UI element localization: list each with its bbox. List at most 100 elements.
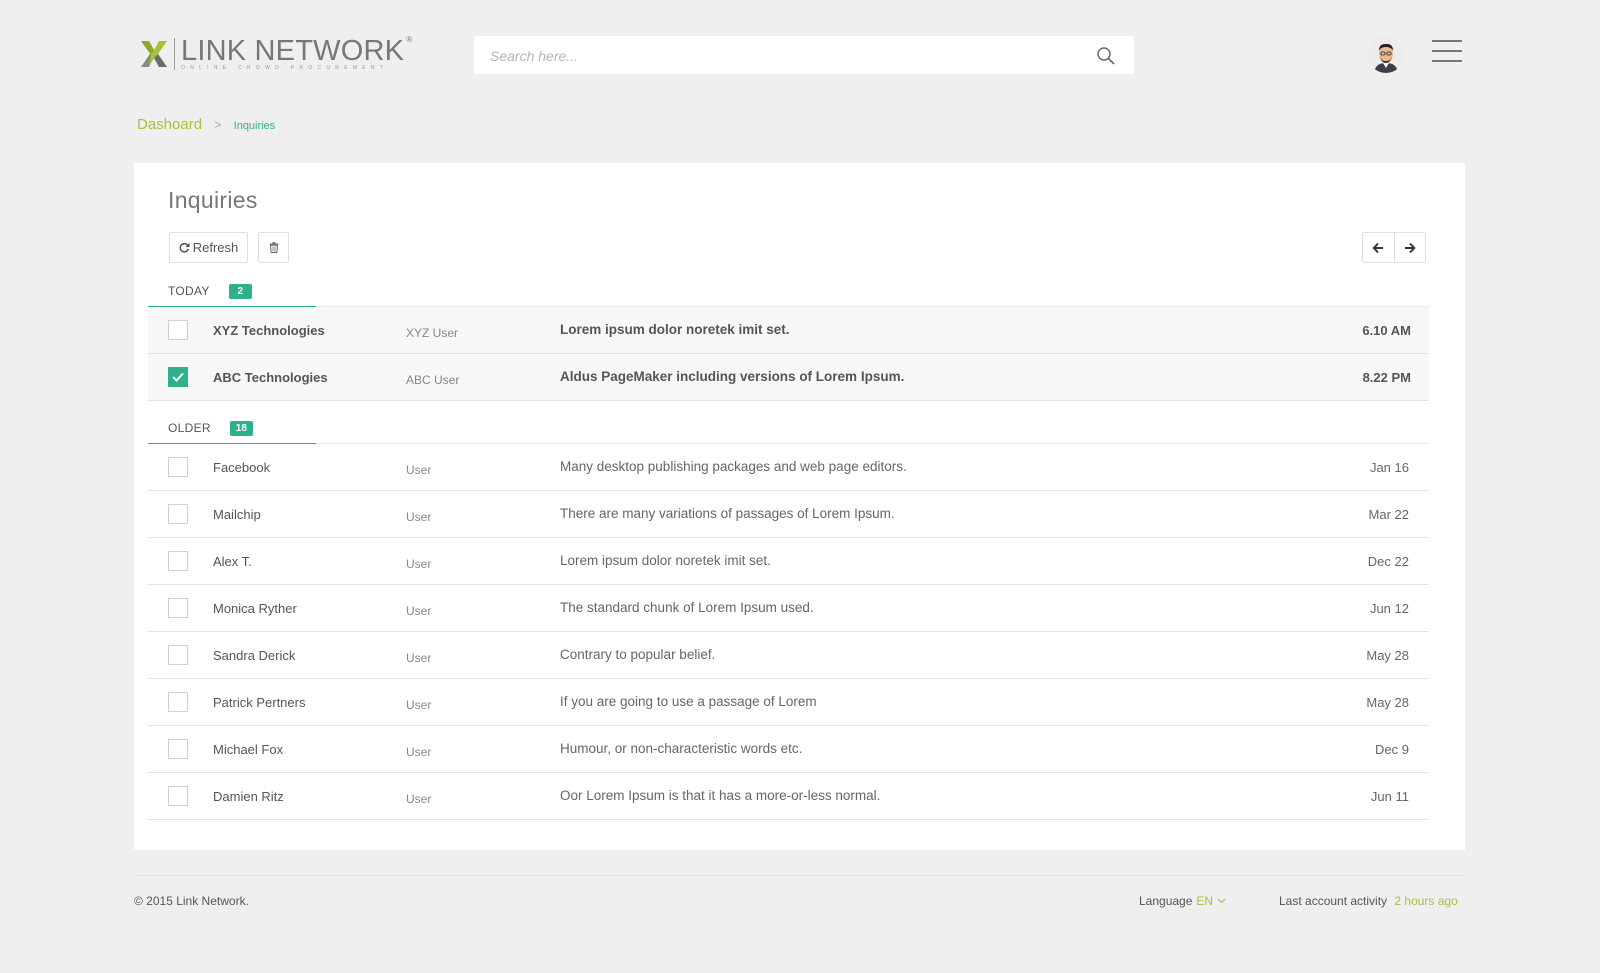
row-checkbox[interactable] [168, 320, 188, 340]
user-avatar-icon [1368, 37, 1404, 73]
inquiry-user: User [406, 698, 432, 712]
language-label: Language [1139, 894, 1193, 908]
inquiry-company: Sandra Derick [213, 648, 296, 663]
language-selector: Language EN [1139, 894, 1226, 908]
inquiry-row[interactable]: XYZ Technologies XYZ User Lorem ipsum dolo… [148, 307, 1429, 354]
inquiry-row[interactable]: Monica Ryther User The standard chunk of L… [148, 585, 1429, 632]
refresh-label: Refresh [192, 240, 239, 255]
group-today-label: TODAY [168, 284, 210, 298]
inquiry-company: Alex T. [213, 554, 252, 569]
inquiry-company: Monica Ryther [213, 601, 297, 616]
inquiry-row[interactable]: ABC Technologies ABC User Aldus PageMaker … [148, 354, 1429, 401]
tab-today[interactable]: TODAY 2 [148, 276, 316, 307]
arrow-right-icon [1404, 242, 1416, 253]
inquiry-date: Mar 22 [1368, 507, 1409, 522]
inquiry-date: 8.22 PM [1362, 370, 1411, 385]
refresh-button[interactable]: Refresh [169, 232, 248, 263]
inquiry-subject: There are many variations of passages of… [560, 506, 895, 521]
inquiry-row[interactable]: Facebook User Many desktop publishing pack… [148, 444, 1429, 491]
refresh-icon [179, 242, 190, 253]
inquiry-date: Dec 22 [1367, 554, 1409, 569]
inquiry-date: Jan 16 [1369, 460, 1409, 475]
row-checkbox[interactable] [168, 692, 188, 712]
inquiry-row[interactable]: Mailchip User There are many variations of… [148, 491, 1429, 538]
tab-older[interactable]: OLDER 18 [148, 413, 316, 444]
inquiry-user: XYZ User [406, 326, 459, 340]
inquiry-date: May 28 [1366, 648, 1409, 663]
row-checkbox[interactable] [168, 739, 188, 759]
inquiry-company: Michael Fox [213, 742, 284, 757]
group-older-count-badge: 18 [229, 420, 253, 436]
avatar[interactable] [1368, 37, 1404, 73]
language-value: EN [1196, 894, 1214, 908]
inquiry-user: User [406, 651, 432, 665]
brand-logo[interactable]: LINK NETWORK ® ONLINE CROWD PROCUREMENT [139, 35, 412, 71]
row-checkbox[interactable] [168, 598, 188, 618]
inquiry-date: May 28 [1366, 695, 1409, 710]
group-today-header: TODAY 2 [148, 276, 1429, 307]
hamburger-menu-icon[interactable] [1432, 40, 1462, 64]
inquiry-subject: Humour, or non-characteristic words etc. [560, 741, 803, 756]
inquiry-subject: If you are going to use a passage of Lor… [560, 694, 817, 709]
inquiry-row[interactable]: Sandra Derick User Contrary to popular bel… [148, 632, 1429, 679]
prev-page-button[interactable] [1363, 233, 1394, 262]
language-dropdown[interactable]: EN [1196, 894, 1226, 908]
logo-text: LINK NETWORK ® ONLINE CROWD PROCUREMENT [181, 35, 412, 71]
inquiry-row[interactable]: Alex T. User Lorem ipsum dolor noretek imi… [148, 538, 1429, 585]
row-checkbox[interactable] [168, 457, 188, 477]
inquiry-user: User [406, 604, 432, 618]
inquiry-company: Facebook [213, 460, 271, 475]
logo-divider [174, 38, 175, 70]
inquiries-card: Inquiries Refresh TODAY 2 XYZ Technologi… [134, 163, 1465, 850]
inquiry-subject: Many desktop publishing packages and web… [560, 459, 907, 474]
row-checkbox[interactable] [168, 367, 188, 387]
search-icon[interactable] [1096, 46, 1116, 66]
inquiry-subject: Aldus PageMaker including versions of Lo… [560, 369, 905, 384]
inquiry-subject: Oor Lorem Ipsum is that it has a more-or… [560, 788, 881, 803]
brand-name: LINK NETWORK [181, 35, 405, 67]
group-older-header: OLDER 18 [148, 413, 1429, 444]
top-bar: LINK NETWORK ® ONLINE CROWD PROCUREMENT [0, 0, 1600, 100]
row-checkbox[interactable] [168, 504, 188, 524]
chevron-down-icon [1217, 898, 1226, 904]
search-input[interactable] [488, 36, 1072, 76]
row-checkbox[interactable] [168, 645, 188, 665]
inquiry-user: User [406, 510, 432, 524]
page-title: Inquiries [168, 187, 258, 213]
inquiry-user: User [406, 745, 432, 759]
arrow-left-icon [1372, 242, 1384, 253]
inquiry-date: Jun 12 [1369, 601, 1409, 616]
inquiry-subject: Lorem ipsum dolor noretek imit set. [560, 322, 790, 337]
footer-divider [134, 875, 1465, 876]
last-activity-value: 2 hours ago [1394, 894, 1458, 908]
group-today-count-badge: 2 [228, 283, 252, 299]
breadcrumb: Dashoard > Inquiries [137, 116, 275, 133]
delete-button[interactable] [258, 232, 289, 263]
next-page-button[interactable] [1395, 233, 1426, 262]
row-checkbox[interactable] [168, 786, 188, 806]
footer-copyright: © 2015 Link Network. [134, 894, 249, 908]
last-activity: Last account activity 2 hours ago [1279, 894, 1458, 908]
pagination-controls [1362, 232, 1426, 263]
inquiry-user: User [406, 557, 432, 571]
checkmark-icon [172, 372, 184, 382]
brand-tagline: ONLINE CROWD PROCUREMENT [181, 65, 389, 71]
inquiry-subject: Lorem ipsum dolor noretek imit set. [560, 553, 771, 568]
inquiry-row[interactable]: Michael Fox User Humour, or non-characteri… [148, 726, 1429, 773]
inquiry-user: User [406, 792, 432, 806]
row-checkbox[interactable] [168, 551, 188, 571]
inquiry-date: Dec 9 [1375, 742, 1409, 757]
inquiry-company: Patrick Pertners [213, 695, 306, 710]
trash-icon [269, 242, 278, 253]
inquiry-company: ABC Technologies [213, 370, 328, 385]
inquiry-user: ABC User [406, 373, 460, 387]
breadcrumb-separator: > [214, 117, 222, 132]
inquiry-row[interactable]: Damien Ritz User Oor Lorem Ipsum is that i… [148, 773, 1429, 820]
link-network-logo-icon [141, 41, 167, 67]
inquiry-date: Jun 11 [1370, 789, 1409, 804]
today-inquiry-list: XYZ Technologies XYZ User Lorem ipsum dolo… [148, 307, 1429, 401]
inquiry-company: Damien Ritz [213, 789, 284, 804]
breadcrumb-dashboard-link[interactable]: Dashoard [137, 116, 202, 133]
inquiry-subject: Contrary to popular belief. [560, 647, 716, 662]
inquiry-row[interactable]: Patrick Pertners User If you are going to … [148, 679, 1429, 726]
